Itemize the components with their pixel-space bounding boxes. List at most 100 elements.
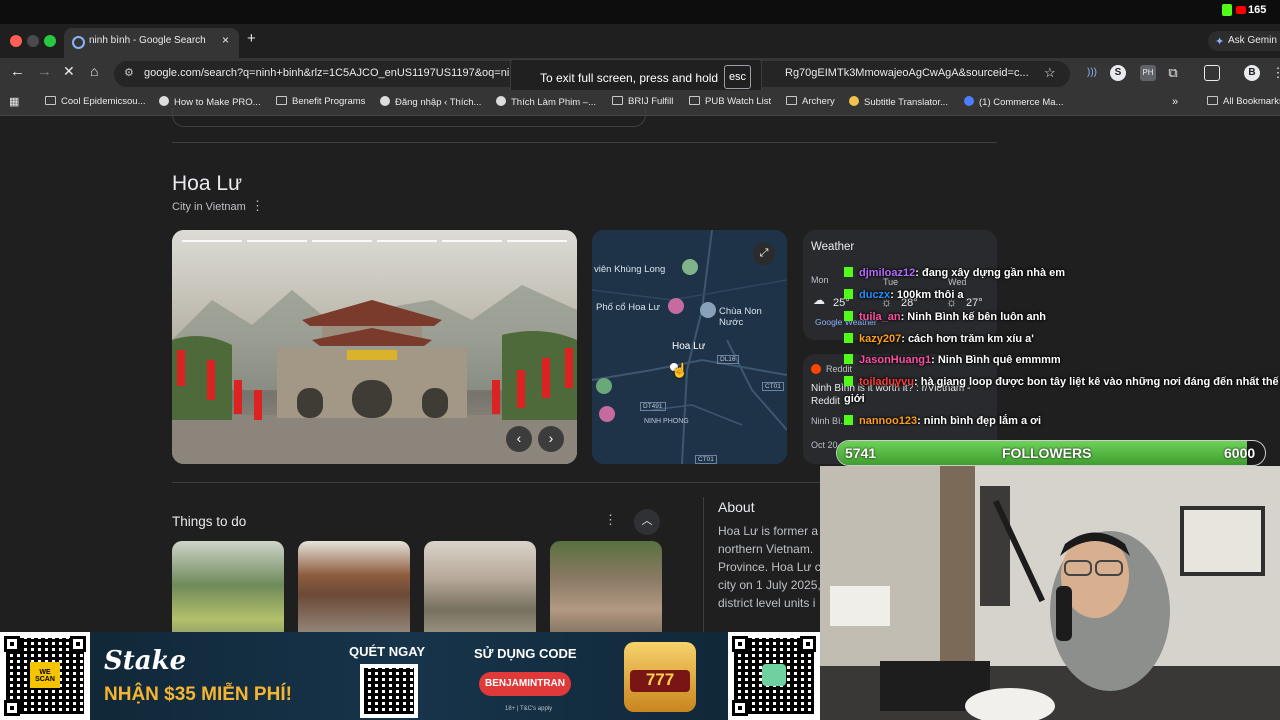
bookmark-label: PUB Watch List — [705, 96, 772, 107]
kick-badge-icon — [844, 289, 853, 299]
bookmark-item[interactable]: Đăng nhập ‹ Thích... — [380, 96, 481, 108]
next-photo-button[interactable]: › — [538, 426, 564, 452]
close-tab-icon[interactable]: × — [222, 33, 229, 47]
divider — [172, 142, 997, 143]
search-box-bottom — [172, 108, 646, 127]
road-shield: DL16 — [717, 355, 739, 364]
loading-icon — [72, 36, 85, 49]
about-line: district level units i — [718, 596, 816, 610]
bookmark-item[interactable]: Thích Làm Phim –... — [496, 96, 596, 108]
bookmark-item[interactable]: Benefit Programs — [276, 96, 365, 107]
previous-photo-button[interactable]: ‹ — [506, 426, 532, 452]
viewer-count: 165 — [1248, 4, 1267, 16]
qr-code: WE SCAN — [0, 632, 90, 720]
esc-key: esc — [724, 65, 751, 89]
chat-text: : 100km thôi a — [890, 289, 964, 301]
bookmark-item[interactable]: BRIJ Fulfill — [612, 96, 673, 107]
qr-corner — [4, 700, 20, 716]
map-label: Hoa Lư — [672, 341, 706, 352]
tab-google-search[interactable]: ninh bình - Google Search × — [64, 28, 239, 58]
bookmark-item[interactable]: (1) Commerce Ma... — [964, 96, 1063, 108]
cloud-icon: ☁ — [813, 293, 825, 307]
url-tail-text: Rg70gEIMTk3MmowajeoAgCwAgA&sourceid=c... — [785, 67, 1029, 79]
bookmark-item[interactable]: Subtitle Translator... — [849, 96, 948, 108]
bookmark-star-icon[interactable]: ☆ — [1044, 65, 1056, 81]
bookmark-label: Benefit Programs — [292, 96, 366, 107]
site-info-icon[interactable]: ⚙ — [124, 66, 134, 79]
fullscreen-window-icon[interactable] — [44, 35, 56, 47]
road-shield: CT01 — [695, 455, 717, 464]
kick-badge-icon — [844, 267, 853, 277]
chat-username: kazy207 — [859, 333, 902, 345]
minimize-window-icon[interactable] — [27, 35, 39, 47]
bookmark-label: Thích Làm Phim –... — [511, 97, 597, 108]
chat-message: tuila_an: Ninh Bình kế bên luôn anh — [844, 311, 1046, 323]
streamer-webcam — [820, 466, 1280, 720]
chat-message: toiladuyvu: hà giang loop được bon tây l… — [844, 376, 1279, 388]
qr-corner — [732, 700, 748, 716]
expand-map-icon[interactable]: ⤢ — [753, 243, 775, 265]
profile-avatar[interactable]: B — [1244, 65, 1260, 81]
place-photo[interactable]: ‹ › — [172, 230, 577, 464]
extensions-puzzle-icon[interactable]: ⧉ — [1165, 65, 1181, 81]
bookmark-item[interactable]: Cool Epidemicsou... — [45, 96, 145, 107]
hand-cursor-icon: ☝ — [671, 362, 689, 378]
kick-icon — [1222, 4, 1232, 16]
kick-badge-icon — [844, 333, 853, 343]
bookmark-item[interactable]: How to Make PRO... — [159, 96, 261, 108]
forward-icon[interactable]: → — [37, 63, 52, 80]
extension-ph-icon[interactable]: PH — [1140, 65, 1156, 81]
chat-username: nannoo123 — [859, 415, 918, 427]
kick-badge-icon — [844, 311, 853, 321]
kick-badge-icon — [844, 376, 853, 386]
chat-text: : Ninh Bình kế bên luôn anh — [900, 311, 1047, 323]
bookmark-item[interactable]: Archery — [786, 96, 835, 107]
more-bookmarks-icon[interactable]: » — [1172, 96, 1178, 108]
back-icon[interactable]: ← — [10, 63, 25, 80]
things-to-do-card[interactable] — [550, 541, 662, 639]
new-tab-button[interactable]: + — [247, 30, 256, 47]
folder-icon — [786, 96, 797, 105]
chat-text: : cách hơn trăm km xíu a' — [901, 333, 1034, 345]
chat-message: kazy207: cách hơn trăm km xíu a' — [844, 333, 1034, 345]
ask-gemini-button[interactable]: ✦ Ask Gemin — [1208, 31, 1280, 51]
home-icon[interactable]: ⌂ — [90, 63, 98, 79]
more-options-icon[interactable]: ⋮ — [604, 512, 617, 528]
road-shield: CT01 — [762, 382, 784, 391]
followers-goal-bar: 5741 FOLLOWERS 6000 — [836, 440, 1266, 466]
qr-corner — [800, 636, 816, 652]
things-to-do-title: Things to do — [172, 514, 247, 529]
map-label: Phố cổ Hoa Lư — [596, 302, 660, 313]
about-line: northern Vietnam. — [718, 542, 814, 556]
more-options-icon[interactable]: ⋮ — [251, 198, 264, 214]
things-to-do-card[interactable] — [424, 541, 536, 639]
webcam-scene — [820, 466, 1280, 720]
map-label: Chùa Non Nước — [719, 306, 762, 328]
weather-title: Weather — [811, 241, 855, 253]
followers-current: 5741 — [845, 445, 877, 461]
place-subtitle: City in Vietnam — [172, 201, 246, 213]
close-window-icon[interactable] — [10, 35, 22, 47]
stop-loading-icon[interactable]: ✕ — [63, 63, 75, 80]
collapse-chevron-icon[interactable]: ︿ — [634, 509, 660, 535]
chat-text: : ninh bình đẹp lắm a ơi — [917, 415, 1042, 427]
menu-icon[interactable]: ⋮ — [1270, 65, 1280, 81]
about-line: city on 1 July 2025, — [718, 578, 821, 592]
tab-title: ninh bình - Google Search — [89, 35, 206, 46]
tab-search-icon[interactable] — [1204, 65, 1220, 81]
weather-day: Mon — [811, 275, 829, 285]
place-map[interactable]: viên Khùng Long Phố cổ Hoa Lư Chùa Non N… — [592, 230, 787, 464]
extension-s-icon[interactable]: S — [1110, 65, 1126, 81]
bookmark-label: (1) Commerce Ma... — [979, 97, 1064, 108]
all-bookmarks[interactable]: All Bookmarks — [1207, 96, 1280, 107]
bookmark-item[interactable]: PUB Watch List — [689, 96, 771, 107]
chat-message: nannoo123: ninh bình đẹp lắm a ơi — [844, 415, 1041, 427]
things-to-do-card[interactable] — [172, 541, 284, 639]
qr-corner — [70, 636, 86, 652]
extension-wave-icon[interactable]: ))) — [1084, 65, 1100, 81]
about-title: About — [718, 499, 755, 515]
things-to-do-card[interactable] — [298, 541, 410, 639]
apps-grid-icon[interactable]: ▦ — [9, 95, 19, 108]
bookmark-label: Cool Epidemicsou... — [61, 96, 146, 107]
ad-use-code-label: SỬ DỤNG CODE — [474, 646, 577, 661]
